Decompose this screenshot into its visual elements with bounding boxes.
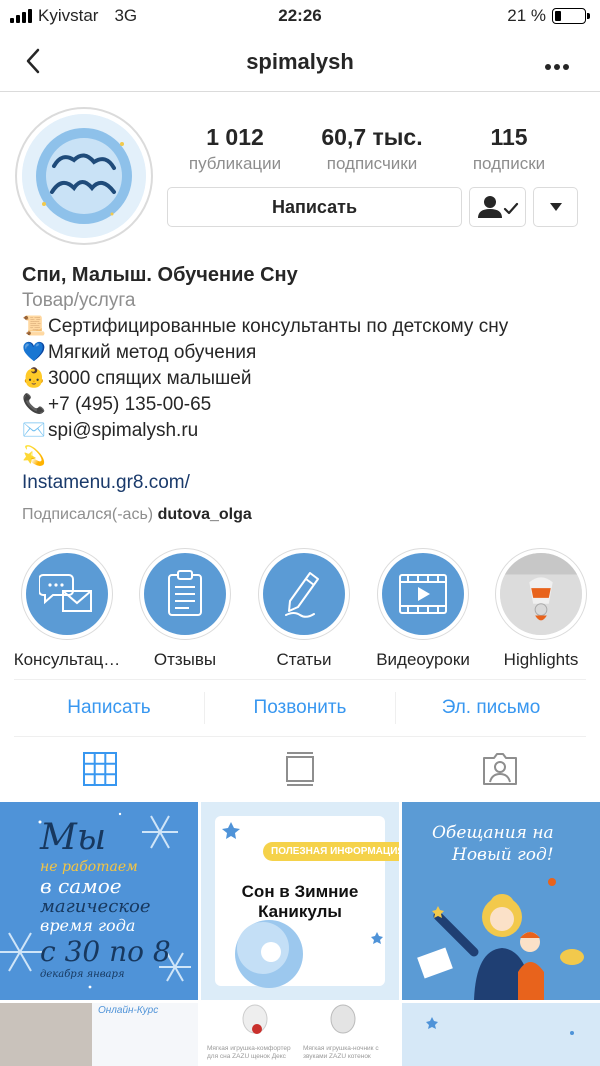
stat-followers-value: 60,7 тыс.: [321, 124, 423, 150]
battery-icon: [552, 8, 590, 24]
family-illustration: [417, 878, 584, 1000]
tagged-icon: [483, 753, 517, 785]
highlight-video-lessons[interactable]: Видеоуроки: [368, 548, 478, 670]
status-bar: Kyivstar 3G 22:26 21 %: [0, 0, 600, 32]
followed-by-prefix: Подписался(-ась): [22, 506, 154, 523]
feed-icon: [286, 752, 314, 786]
toy-photo: [500, 553, 582, 635]
post-caption: Мягкая игрушка-ночник с звуками ZAZU кот…: [303, 1045, 379, 1060]
suggestions-dropdown-button[interactable]: [533, 187, 578, 227]
stat-following-value: 115: [490, 124, 528, 150]
nav-bar: spimalysh: [0, 32, 600, 92]
stat-following-label: подписки: [472, 154, 546, 173]
highlight-articles[interactable]: Статьи: [249, 548, 359, 670]
chat-mail-icon: [39, 574, 92, 612]
video-icon: [399, 574, 447, 614]
post-title: Онлайн-Курс: [98, 1005, 159, 1016]
posts-grid: Мы не работаем в самое магическое время …: [0, 802, 600, 1066]
profile-name: Спи, Малыш. Обучение Сну: [22, 264, 298, 286]
phone-icon: 📞: [22, 394, 46, 415]
profile-category: Товар/услуга: [22, 290, 136, 311]
pencil-icon: [285, 572, 319, 618]
bio-line: 📞 +7 (495) 135-00-65: [22, 392, 592, 418]
stat-posts[interactable]: 1 012 публикации: [165, 124, 305, 174]
highlight-consultations[interactable]: Консультац…: [12, 548, 122, 670]
contact-email-button[interactable]: Эл. письмо: [396, 680, 586, 736]
highlight-highlights[interactable]: Highlights: [486, 548, 596, 670]
moon-illustration: [222, 822, 383, 988]
highlight-reviews[interactable]: Отзывы: [130, 548, 240, 670]
chevron-down-icon: [549, 203, 562, 211]
bio-line: 💙 Мягкий метод обучения: [22, 340, 592, 366]
post-text: магическое: [40, 896, 151, 917]
message-button[interactable]: Написать: [167, 187, 462, 227]
post-text: не работаем: [40, 859, 138, 875]
bio-line: 📜 Сертифицированные консультанты по детск…: [22, 314, 592, 340]
tab-feed[interactable]: [200, 737, 400, 801]
bio-line-text: Сертифицированные консультанты по детско…: [48, 316, 509, 337]
post-text: декабря января: [40, 969, 125, 980]
profile-avatar[interactable]: [15, 107, 153, 245]
post-thumbnail[interactable]: Онлайн-Курс: [0, 1003, 198, 1066]
clipboard-icon: [168, 570, 202, 616]
stat-followers-label: подписчики: [326, 154, 418, 173]
tab-tagged[interactable]: [400, 737, 600, 801]
logo-image: [22, 114, 146, 238]
envelope-icon: ✉️: [22, 420, 46, 441]
bio-line: 👶 3000 спящих малышей: [22, 366, 592, 392]
highlight-label: Консультац…: [13, 650, 121, 669]
decor-pattern: [426, 1017, 574, 1035]
battery-percent: 21 %: [507, 6, 546, 25]
post-text: с 30 по 8: [40, 935, 171, 968]
stat-followers[interactable]: 60,7 тыс. подписчики: [302, 124, 442, 174]
person-check-icon: [477, 196, 518, 218]
stat-following[interactable]: 115 подписки: [439, 124, 579, 174]
bio-line: 💫: [22, 444, 592, 470]
more-options-button[interactable]: [544, 50, 570, 78]
post-thumbnail[interactable]: [402, 1003, 600, 1066]
scroll-icon: 📜: [22, 316, 46, 337]
highlight-label: Видеоуроки: [376, 650, 470, 669]
post-text: в самое: [40, 874, 122, 898]
highlight-label: Статьи: [276, 650, 332, 669]
bio-email: spi@spimalysh.ru: [48, 420, 199, 441]
grid-icon: [83, 752, 117, 786]
bio-link[interactable]: Instamenu.gr8.com/: [22, 470, 592, 496]
tab-grid[interactable]: [0, 737, 200, 801]
profile-tabs: [0, 737, 600, 801]
more-dots-icon: [545, 64, 569, 70]
contact-call-button[interactable]: Позвонить: [205, 680, 395, 736]
post-thumbnail[interactable]: Мягкая игрушка-комфортер для сна ZAZU ще…: [201, 1003, 399, 1066]
post-caption: Мягкая игрушка-комфортер для сна ZAZU ще…: [207, 1045, 291, 1060]
contact-message-button[interactable]: Написать: [14, 680, 204, 736]
bio-line: ✉️ spi@spimalysh.ru: [22, 418, 592, 444]
following-button[interactable]: [469, 187, 526, 227]
bio-phone: +7 (495) 135-00-65: [48, 394, 212, 415]
post-text: Мы: [40, 817, 107, 858]
profile-bio: Спи, Малыш. Обучение Сну Товар/услуга 📜 С…: [22, 262, 592, 528]
post-thumbnail[interactable]: Мы не работаем в самое магическое время …: [0, 802, 198, 1000]
bio-line-text: Мягкий метод обучения: [48, 342, 257, 363]
followed-by[interactable]: Подписался(-ась) dutova_olga: [22, 502, 592, 528]
avatar-logo: [22, 114, 146, 238]
post-thumbnail[interactable]: ПОЛЕЗНАЯ ИНФОРМАЦИЯ Сон в Зимние Каникул…: [201, 802, 399, 1000]
dizzy-star-icon: 💫: [22, 446, 46, 467]
bio-line-text: 3000 спящих малышей: [48, 368, 252, 389]
post-thumbnail[interactable]: Обещания на Новый год!: [402, 802, 600, 1000]
page-title: spimalysh: [246, 49, 354, 74]
post-text: время года: [40, 916, 136, 935]
highlight-label: Отзывы: [153, 650, 217, 669]
baby-icon: 👶: [22, 368, 46, 389]
stat-posts-value: 1 012: [206, 124, 264, 150]
stat-posts-label: публикации: [188, 154, 282, 173]
followed-by-user: dutova_olga: [157, 506, 252, 523]
contact-actions: Написать Позвонить Эл. письмо: [14, 679, 586, 737]
blue-heart-icon: 💙: [22, 342, 46, 363]
highlight-label: Highlights: [503, 650, 579, 669]
